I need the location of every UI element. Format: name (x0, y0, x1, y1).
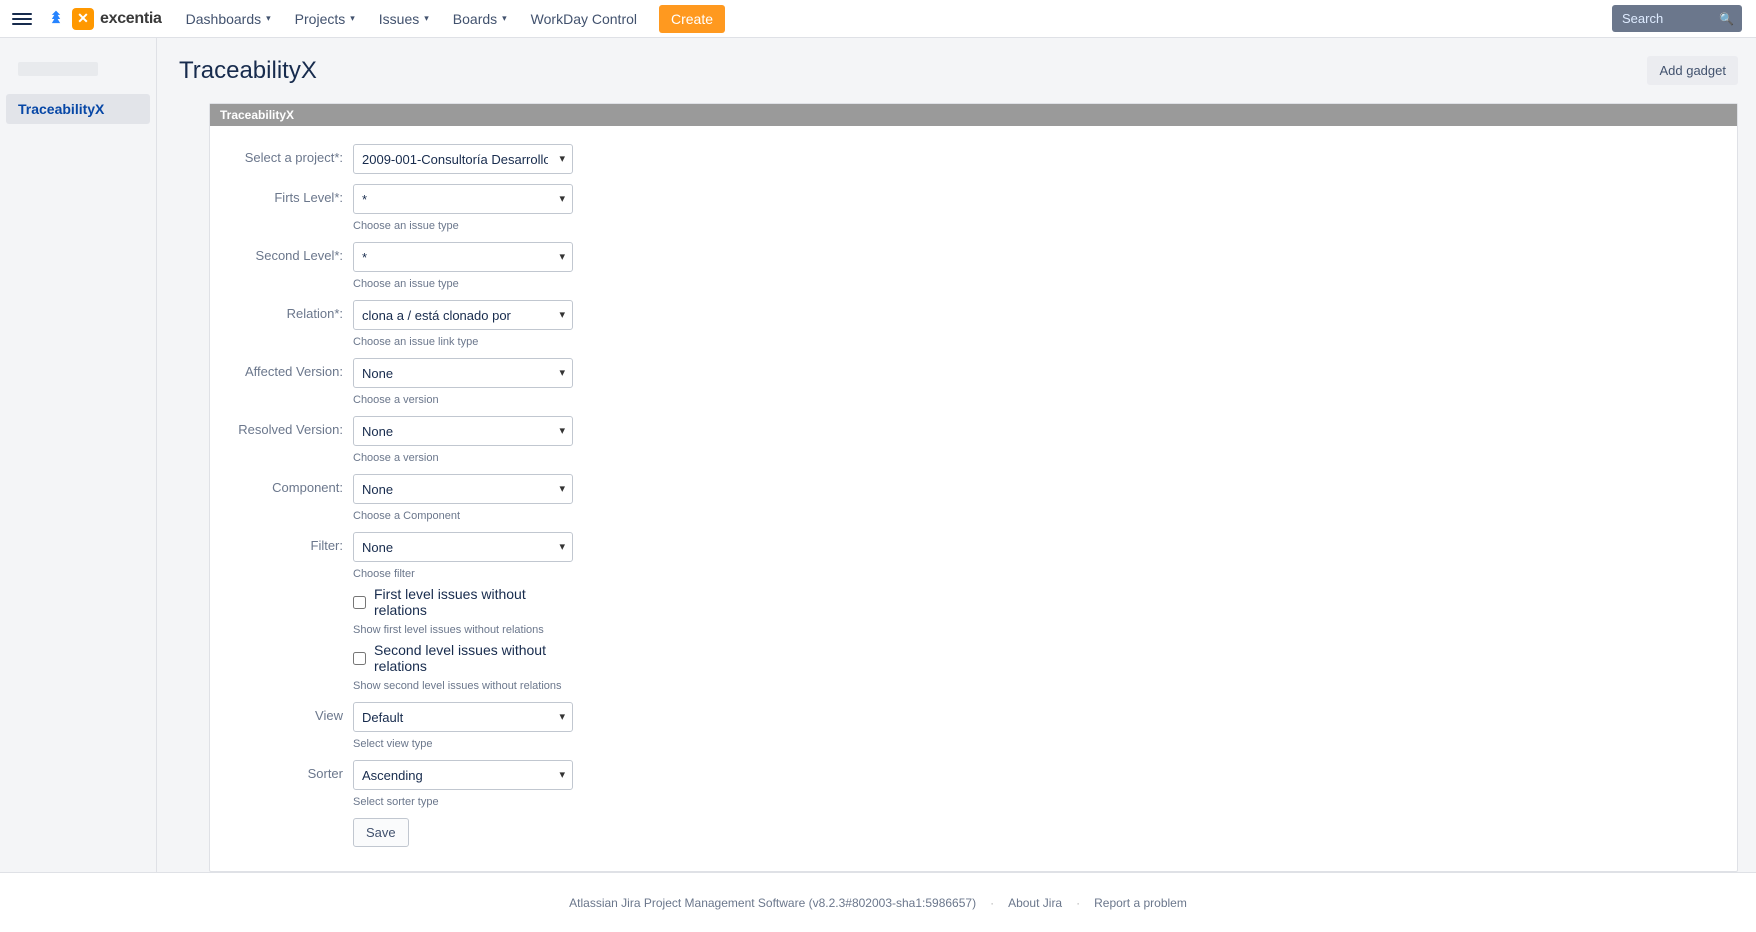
relation-select[interactable]: clona a / está clonado por (353, 300, 573, 330)
footer-info: Atlassian Jira Project Management Softwa… (569, 896, 976, 910)
view-hint: Select view type (353, 738, 573, 750)
resolved-version-hint: Choose a version (353, 452, 573, 464)
nav-issues-label: Issues (379, 11, 419, 27)
sidebar: TraceabilityX (0, 38, 157, 872)
chevron-down-icon: ▾ (424, 13, 429, 24)
first-level-without-relations-checkbox[interactable] (353, 596, 366, 609)
gadget-panel: TraceabilityX Select a project*: 2009-00… (209, 103, 1738, 872)
nav-projects[interactable]: Projects ▾ (285, 5, 365, 33)
second-level-without-relations-label: Second level issues without relations (374, 642, 573, 674)
chevron-down-icon: ▾ (266, 13, 271, 24)
relation-label: Relation*: (228, 300, 353, 348)
footer-report-link[interactable]: Report a problem (1094, 896, 1187, 910)
sorter-hint: Select sorter type (353, 796, 573, 808)
sidebar-placeholder (18, 62, 98, 76)
nav-workday[interactable]: WorkDay Control (521, 5, 647, 33)
relation-hint: Choose an issue link type (353, 336, 573, 348)
affected-version-hint: Choose a version (353, 394, 573, 406)
sorter-label: Sorter (228, 760, 353, 808)
affected-version-select[interactable]: None (353, 358, 573, 388)
second-level-without-relations-checkbox[interactable] (353, 652, 366, 665)
chevron-down-icon: ▾ (502, 13, 507, 24)
nav-projects-label: Projects (295, 11, 346, 27)
view-select[interactable]: Default (353, 702, 573, 732)
sorter-select[interactable]: Ascending (353, 760, 573, 790)
nav-issues[interactable]: Issues ▾ (369, 5, 439, 33)
nav-boards-label: Boards (453, 11, 497, 27)
first-chk-hint: Show first level issues without relation… (353, 624, 573, 636)
resolved-version-label: Resolved Version: (228, 416, 353, 464)
affected-version-label: Affected Version: (228, 358, 353, 406)
main-content: TraceabilityX Add gadget TraceabilityX S… (157, 38, 1756, 872)
footer-about-link[interactable]: About Jira (1008, 896, 1062, 910)
topbar: ✕ excentia Dashboards ▾ Projects ▾ Issues ▾… (0, 0, 1756, 38)
first-level-without-relations-label: First level issues without relations (374, 586, 573, 618)
hamburger-menu[interactable] (12, 9, 32, 29)
add-gadget-button[interactable]: Add gadget (1647, 56, 1738, 85)
save-button[interactable]: Save (353, 818, 409, 847)
nav-workday-label: WorkDay Control (531, 11, 637, 27)
filter-hint: Choose filter (353, 568, 573, 580)
sidebar-item-traceabilityx[interactable]: TraceabilityX (6, 94, 150, 124)
separator: · (1076, 896, 1080, 910)
component-hint: Choose a Component (353, 510, 573, 522)
component-label: Component: (228, 474, 353, 522)
component-select[interactable]: None (353, 474, 573, 504)
first-level-label: Firts Level*: (228, 184, 353, 232)
main-nav: Dashboards ▾ Projects ▾ Issues ▾ Boards ▾ Wo… (176, 5, 725, 33)
create-button[interactable]: Create (659, 5, 725, 33)
project-select[interactable]: 2009-001-Consultoría Desarrollo KI (353, 144, 573, 174)
first-level-select[interactable]: * (353, 184, 573, 214)
brand-block: ✕ excentia (46, 8, 162, 30)
second-chk-hint: Show second level issues without relatio… (353, 680, 573, 692)
resolved-version-select[interactable]: None (353, 416, 573, 446)
second-level-select[interactable]: * (353, 242, 573, 272)
second-level-hint: Choose an issue type (353, 278, 573, 290)
panel-title: TraceabilityX (210, 104, 1737, 126)
page-header: TraceabilityX Add gadget (179, 56, 1738, 85)
project-label: Select a project*: (228, 144, 353, 174)
nav-dashboards-label: Dashboards (186, 11, 262, 27)
filter-label: Filter: (228, 532, 353, 692)
chevron-down-icon: ▾ (350, 13, 355, 24)
page-title: TraceabilityX (179, 57, 317, 85)
first-level-hint: Choose an issue type (353, 220, 573, 232)
brand-text: excentia (100, 10, 162, 28)
view-label: View (228, 702, 353, 750)
excentia-badge-icon: ✕ (72, 8, 94, 30)
search-input[interactable] (1612, 5, 1742, 32)
separator: · (990, 896, 994, 910)
second-level-label: Second Level*: (228, 242, 353, 290)
search-wrap: 🔍 (1612, 5, 1742, 32)
nav-dashboards[interactable]: Dashboards ▾ (176, 5, 281, 33)
filter-select[interactable]: None (353, 532, 573, 562)
nav-boards[interactable]: Boards ▾ (443, 5, 517, 33)
jira-logo-icon (46, 9, 66, 29)
footer: Atlassian Jira Project Management Softwa… (0, 872, 1756, 932)
